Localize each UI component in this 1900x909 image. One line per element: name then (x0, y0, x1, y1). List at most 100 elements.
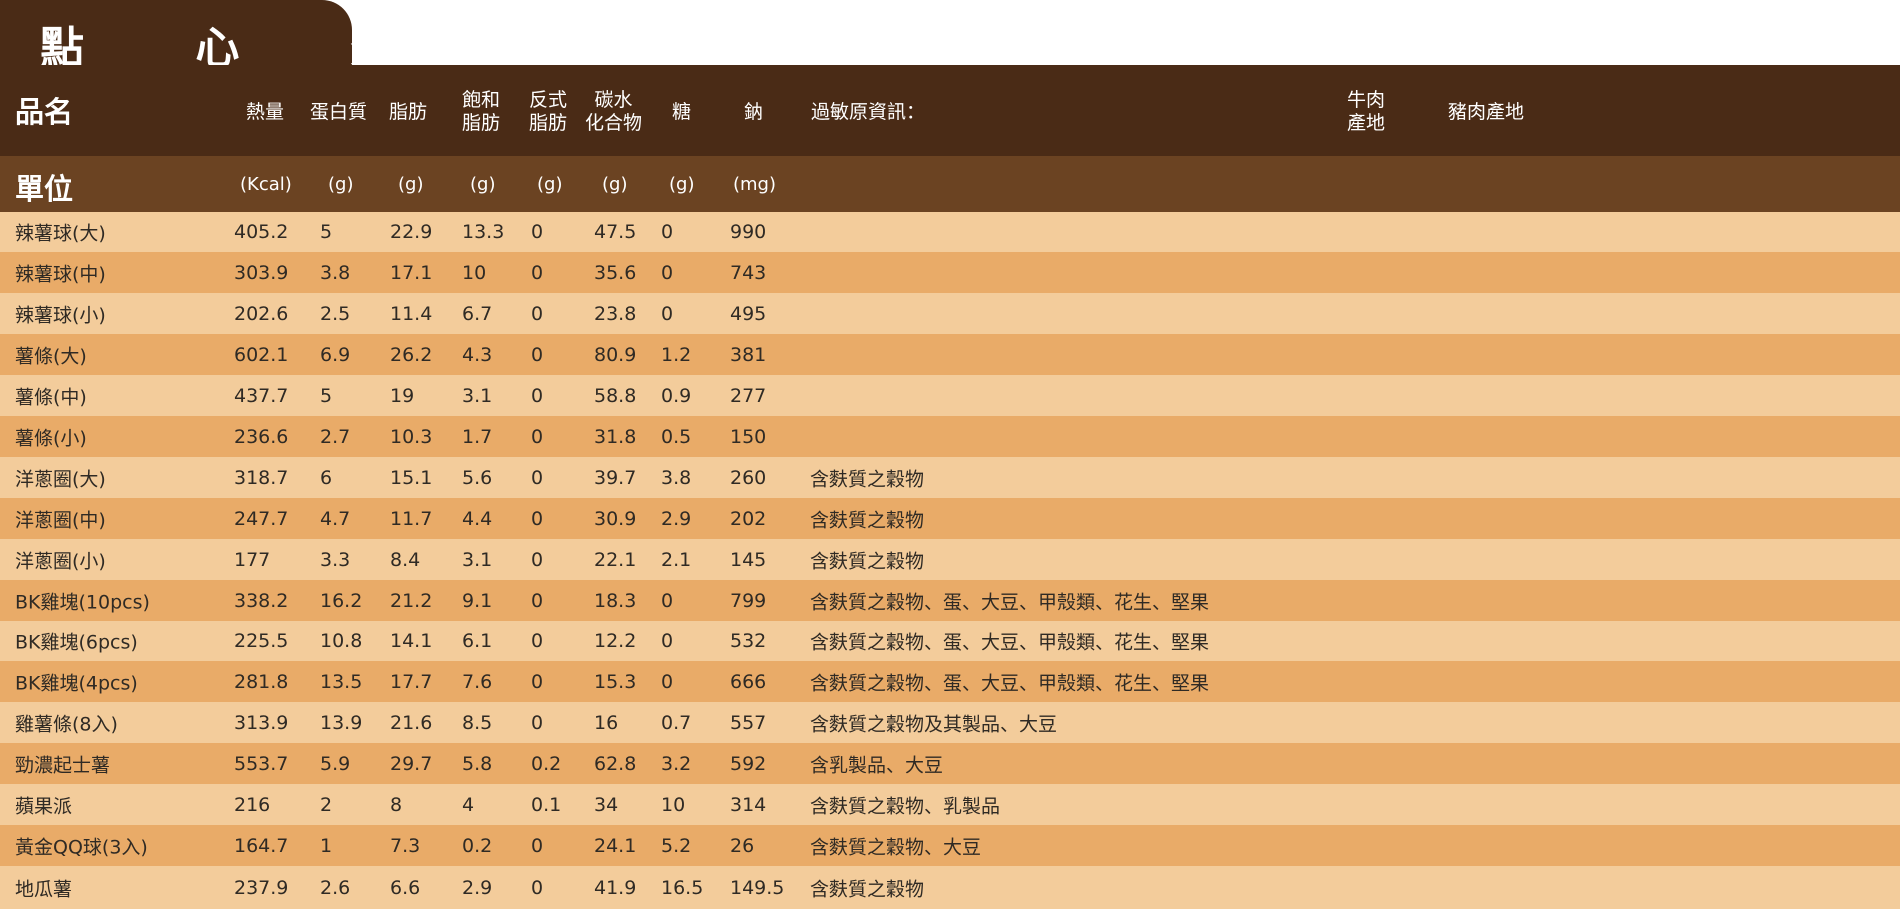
unit-header: 單位 (15, 172, 74, 206)
cell-carbohydrate: 41.9 (594, 876, 637, 899)
unit-saturated-fat: (g) (470, 174, 496, 195)
cell-protein: 10.8 (320, 630, 363, 652)
cell-energy: 338.2 (234, 589, 289, 612)
item-name: BK雞塊(6pcs) (15, 631, 138, 654)
table-row: 洋蔥圈(大) 318.7 6 15.1 5.6 0 39.7 3.8 260 含麩質之穀物 (0, 457, 1900, 498)
cell-sodium: 990 (730, 221, 767, 243)
cell-energy: 437.7 (234, 384, 289, 407)
table-row: 薯條(大) 602.1 6.9 26.2 4.3 0 80.9 1.2 381 (0, 334, 1900, 375)
cell-fat: 26.2 (390, 343, 433, 366)
cell-fat: 15.1 (390, 466, 433, 489)
cell-saturated-fat: 8.5 (462, 711, 493, 734)
cell-sugar: 5.2 (661, 834, 692, 857)
cell-energy: 281.8 (234, 670, 289, 693)
cell-allergen: 含麩質之穀物、蛋、大豆、甲殼類、花生、堅果 (810, 591, 1210, 613)
unit-energy: (Kcal) (240, 174, 292, 195)
cell-saturated-fat: 9.1 (462, 589, 493, 612)
item-name: 辣薯球(小) (15, 304, 106, 326)
cell-sugar: 0 (661, 670, 674, 693)
cell-allergen: 含麩質之穀物、蛋、大豆、甲殼類、花生、堅果 (810, 631, 1210, 654)
cell-allergen: 含麩質之穀物、蛋、大豆、甲殼類、花生、堅果 (810, 672, 1210, 694)
cell-allergen: 含麩質之穀物、大豆 (810, 836, 982, 858)
cell-energy: 602.1 (234, 343, 289, 366)
cell-energy: 216 (234, 793, 271, 816)
cell-fat: 19 (390, 384, 415, 407)
column-header-row: 品名 熱量 蛋白質 脂肪 飽和 脂肪 反式 脂肪 碳水 化合物 糖 鈉 過敏原資… (0, 65, 1900, 156)
cell-sodium: 202 (730, 507, 767, 530)
cell-protein: 16.2 (320, 589, 363, 612)
cell-carbohydrate: 30.9 (594, 507, 637, 530)
cell-sodium: 314 (730, 793, 767, 816)
cell-protein: 1 (320, 834, 333, 857)
cell-saturated-fat: 4 (462, 793, 475, 816)
cell-sodium: 277 (730, 384, 767, 407)
cell-allergen: 含麩質之穀物 (810, 550, 925, 572)
table-row: 辣薯球(小) 202.6 2.5 11.4 6.7 0 23.8 0 495 (0, 293, 1900, 334)
cell-sugar: 3.2 (661, 752, 692, 775)
cell-carbohydrate: 47.5 (594, 221, 637, 243)
cell-fat: 17.7 (390, 670, 433, 693)
cell-energy: 225.5 (234, 630, 289, 652)
cell-fat: 21.2 (390, 589, 433, 612)
cell-carbohydrate: 34 (594, 793, 619, 816)
cell-allergen: 含麩質之穀物、乳製品 (810, 795, 1001, 817)
cell-sugar: 0.7 (661, 711, 692, 734)
item-name: 薯條(大) (15, 345, 87, 367)
cell-sugar: 0 (661, 630, 674, 652)
cell-protein: 5 (320, 221, 333, 243)
cell-sodium: 381 (730, 343, 767, 366)
cell-carbohydrate: 18.3 (594, 589, 637, 612)
cell-energy: 303.9 (234, 261, 289, 284)
cell-sugar: 3.8 (661, 466, 692, 489)
cell-carbohydrate: 16 (594, 711, 619, 734)
cell-protein: 5.9 (320, 752, 351, 775)
unit-row: 單位 (Kcal) (g) (g) (g) (g) (g) (g) (mg) (0, 156, 1900, 212)
table-row: 薯條(小) 236.6 2.7 10.3 1.7 0 31.8 0.5 150 (0, 416, 1900, 457)
cell-sugar: 10 (661, 793, 686, 816)
cell-carbohydrate: 23.8 (594, 302, 637, 325)
cell-energy: 202.6 (234, 302, 289, 325)
cell-energy: 237.9 (234, 876, 289, 899)
table-row: 洋蔥圈(小) 177 3.3 8.4 3.1 0 22.1 2.1 145 含麩質之穀物 (0, 539, 1900, 580)
cell-sugar: 16.5 (661, 876, 704, 899)
header-trans-fat: 反式 脂肪 (529, 89, 568, 134)
table-row: 黃金QQ球(3入) 164.7 1 7.3 0.2 0 24.1 5.2 26 含麩質之穀物、大豆 (0, 825, 1900, 866)
table-row: 辣薯球(中) 303.9 3.8 17.1 10 0 35.6 0 743 (0, 252, 1900, 293)
cell-protein: 2.5 (320, 302, 351, 325)
cell-carbohydrate: 15.3 (594, 670, 637, 693)
cell-sugar: 2.9 (661, 507, 692, 530)
cell-carbohydrate: 35.6 (594, 261, 637, 284)
cell-fat: 29.7 (390, 752, 433, 775)
cell-sodium: 145 (730, 548, 767, 571)
item-name: 雞薯條(8入) (15, 713, 118, 735)
cell-protein: 3.8 (320, 261, 351, 284)
cell-trans-fat: 0.2 (531, 752, 562, 775)
cell-carbohydrate: 22.1 (594, 548, 637, 571)
cell-protein: 2.7 (320, 425, 351, 448)
item-name: 洋蔥圈(大) (15, 468, 106, 490)
cell-trans-fat: 0 (531, 466, 544, 489)
cell-carbohydrate: 62.8 (594, 752, 637, 775)
cell-saturated-fat: 3.1 (462, 548, 493, 571)
cell-fat: 10.3 (390, 425, 433, 448)
table-row: 勁濃起士薯 553.7 5.9 29.7 5.8 0.2 62.8 3.2 592 含乳製品、大豆 (0, 743, 1900, 784)
header-saturated-fat: 飽和 脂肪 (462, 89, 501, 134)
table-row: 雞薯條(8入) 313.9 13.9 21.6 8.5 0 16 0.7 557 含麩質之穀物及其… (0, 702, 1900, 743)
cell-sodium: 495 (730, 302, 767, 325)
cell-fat: 14.1 (390, 630, 433, 652)
cell-saturated-fat: 2.9 (462, 876, 493, 899)
cell-energy: 405.2 (234, 221, 289, 243)
header-protein: 蛋白質 (310, 101, 368, 123)
item-name: 辣薯球(大) (15, 222, 106, 245)
cell-sodium: 743 (730, 261, 767, 284)
table-row: BK雞塊(4pcs) 281.8 13.5 17.7 7.6 0 15.3 0 666 含麩質之穀… (0, 661, 1900, 702)
table-row: 薯條(中) 437.7 5 19 3.1 0 58.8 0.9 277 (0, 375, 1900, 416)
cell-carbohydrate: 80.9 (594, 343, 637, 366)
cell-fat: 11.4 (390, 302, 433, 325)
unit-carbohydrate: (g) (602, 174, 628, 195)
header-allergen: 過敏原資訊： (811, 101, 926, 123)
table-row: BK雞塊(6pcs) 225.5 10.8 14.1 6.1 0 12.2 0 532 含麩質之穀… (0, 621, 1900, 661)
name-header: 品名 (15, 95, 74, 129)
cell-allergen: 含麩質之穀物 (810, 509, 925, 531)
cell-sodium: 150 (730, 425, 767, 448)
